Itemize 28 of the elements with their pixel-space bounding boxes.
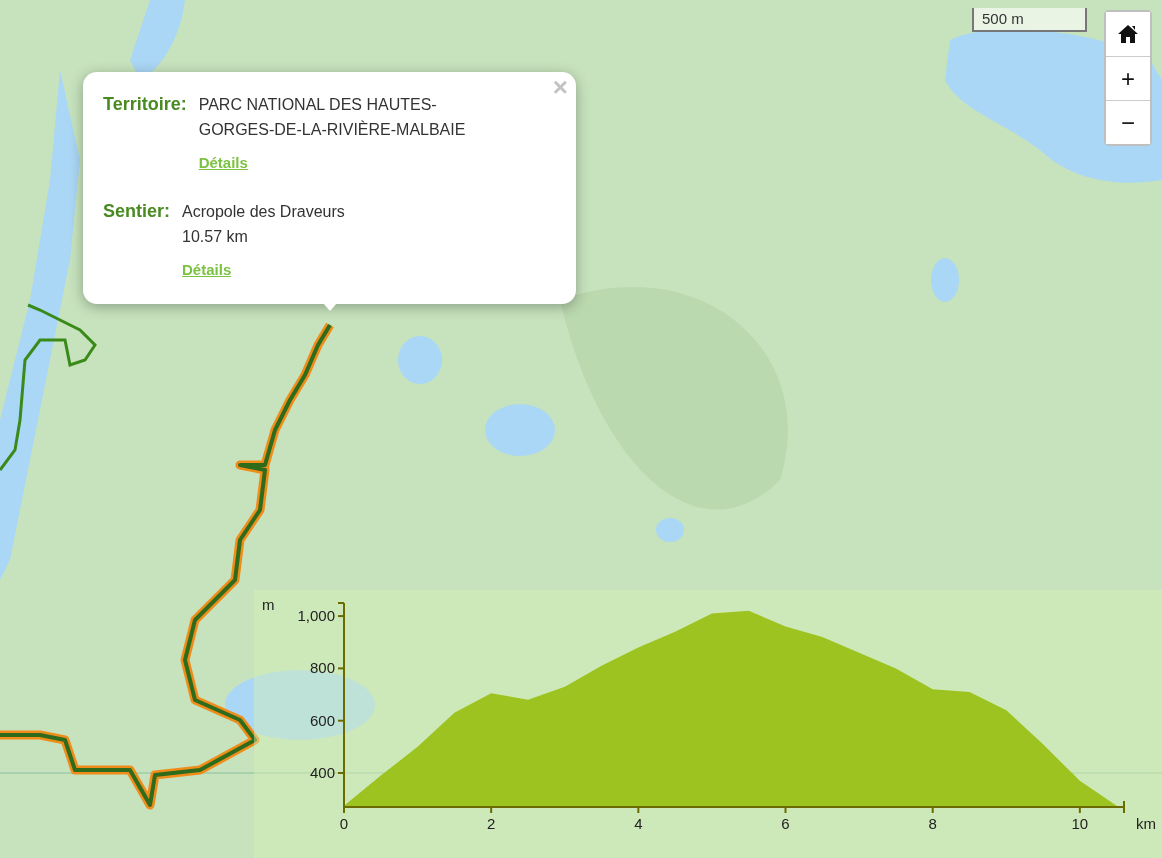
tick-label: 1,000	[297, 607, 335, 625]
tick-label: 2	[487, 815, 496, 832]
tick-label: 600	[309, 711, 335, 729]
tick-label: 0	[339, 815, 349, 832]
details-link[interactable]: Détails	[182, 259, 232, 282]
zoom-out-button[interactable]: −	[1106, 100, 1150, 144]
home-icon	[1117, 24, 1139, 44]
tick-label: 4	[634, 815, 643, 832]
tick-label: 10	[1071, 815, 1089, 832]
tick-label: 800	[309, 659, 335, 677]
lake	[656, 518, 684, 542]
lake	[398, 336, 442, 384]
close-button[interactable]: ×	[552, 74, 568, 100]
field-label: Territoire:	[103, 93, 187, 116]
highlighted-trail[interactable]	[0, 322, 334, 810]
field-value: PARC NATIONAL DES HAUTES-GORGES-DE-LA-RIVIÈRE-MALBAIE	[198, 95, 467, 140]
lake	[931, 258, 959, 302]
tick-label: 8	[928, 815, 937, 832]
axis-unit: m	[262, 596, 275, 613]
details-link[interactable]: Détails	[198, 152, 248, 175]
field-label: Sentier:	[103, 200, 171, 223]
scale-bar: 500 m	[972, 8, 1087, 32]
field-value: 10.57 km	[182, 227, 249, 247]
field-value: Acropole des Draveurs	[182, 202, 346, 222]
tick-label: 400	[309, 764, 335, 781]
lake	[485, 404, 555, 456]
tick-label: 6	[781, 815, 790, 832]
axis-unit: km	[1136, 815, 1156, 832]
